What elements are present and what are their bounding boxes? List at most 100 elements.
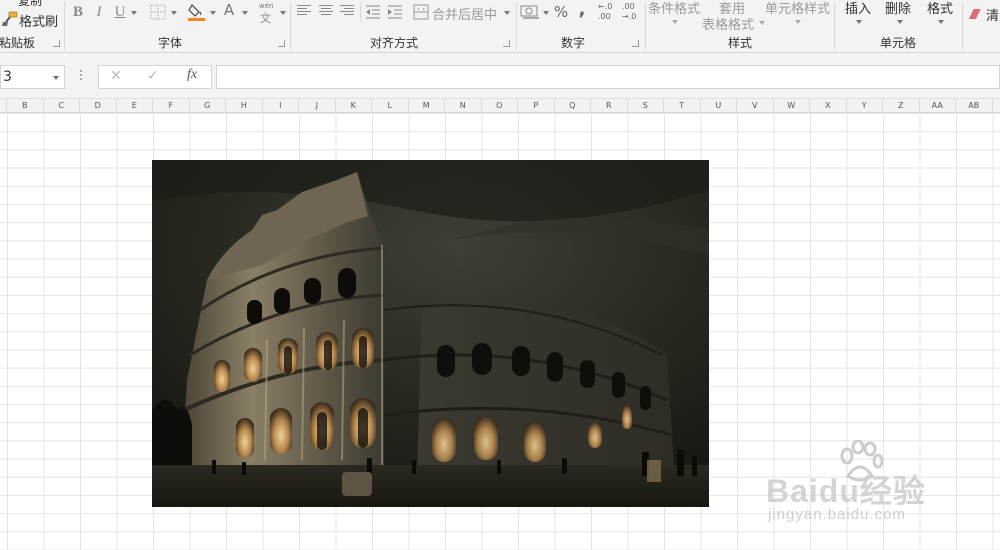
column-header-h[interactable]: H bbox=[226, 99, 263, 113]
column-header-l[interactable]: L bbox=[372, 99, 409, 113]
delete-dropdown-icon bbox=[897, 20, 903, 24]
phonetic-bottom: 文 bbox=[260, 12, 271, 25]
format-painter-label: 格式刷 bbox=[19, 15, 59, 30]
currency-icon bbox=[520, 5, 539, 19]
column-header-i[interactable]: I bbox=[263, 99, 299, 113]
column-header-v[interactable]: V bbox=[737, 99, 774, 113]
column-header-s[interactable]: S bbox=[628, 99, 664, 113]
decrease-indent-icon bbox=[366, 5, 380, 19]
table-format-line2: 表格格式 bbox=[702, 18, 755, 33]
phonetic-dropdown-icon[interactable] bbox=[280, 11, 286, 15]
font-group-label: 字体 bbox=[157, 36, 182, 50]
separator bbox=[834, 2, 835, 50]
column-header-d[interactable]: D bbox=[80, 99, 117, 113]
fill-color-button[interactable] bbox=[187, 2, 207, 22]
number-group-label: 数字 bbox=[560, 36, 585, 50]
copy-label: 复制 bbox=[18, 0, 43, 8]
column-header-k[interactable]: K bbox=[336, 99, 372, 113]
format-button[interactable]: 格式 bbox=[925, 0, 957, 30]
bold-button[interactable]: B bbox=[70, 3, 86, 21]
insert-function-button[interactable]: fx bbox=[187, 67, 197, 83]
column-header-aa[interactable]: AA bbox=[920, 99, 956, 113]
column-header-j[interactable]: J bbox=[299, 99, 336, 113]
align-center-icon[interactable] bbox=[319, 5, 333, 17]
clipboard-group-label: 粘贴板 bbox=[0, 36, 35, 50]
column-header-b[interactable]: B bbox=[7, 99, 44, 113]
increase-indent-icon bbox=[388, 5, 402, 19]
column-header-c[interactable]: C bbox=[44, 99, 80, 113]
colosseum-picture[interactable] bbox=[152, 160, 709, 507]
insert-button[interactable]: 插入 bbox=[842, 0, 874, 30]
decrease-decimal-button[interactable]: .00 →.0 bbox=[622, 2, 644, 24]
underline-button[interactable]: U bbox=[112, 3, 128, 21]
clear-label: 清 bbox=[986, 9, 1000, 24]
font-color-button[interactable]: A bbox=[220, 1, 238, 22]
increase-indent-button[interactable] bbox=[387, 4, 403, 20]
italic-button[interactable]: I bbox=[91, 3, 107, 21]
column-header-y[interactable]: Y bbox=[847, 99, 883, 113]
column-header-g[interactable]: G bbox=[190, 99, 226, 113]
currency-button[interactable] bbox=[520, 4, 542, 20]
merge-dropdown-icon[interactable] bbox=[504, 11, 510, 15]
font-launcher[interactable] bbox=[278, 40, 285, 47]
border-dropdown-icon[interactable] bbox=[171, 11, 177, 15]
formula-input[interactable] bbox=[216, 65, 1000, 89]
insert-dropdown-icon bbox=[856, 20, 862, 24]
column-header-q[interactable]: Q bbox=[555, 99, 591, 113]
merge-center-label: 合并后居中 bbox=[432, 8, 498, 23]
cell-style-button[interactable]: 单元格样式 bbox=[765, 0, 831, 30]
column-header-o[interactable]: O bbox=[482, 99, 518, 113]
underline-dropdown-icon[interactable] bbox=[131, 11, 137, 15]
format-painter-icon bbox=[2, 11, 18, 31]
column-headers: B C D E F G H I J K L M N O P Q R S T U V W X Y Z AA AB bbox=[0, 98, 1000, 113]
column-header-n[interactable]: N bbox=[445, 99, 482, 113]
delete-button[interactable]: 删除 bbox=[883, 0, 915, 30]
phonetic-top: wén bbox=[259, 2, 274, 10]
column-header-u[interactable]: U bbox=[701, 99, 737, 113]
conditional-format-button[interactable]: 条件格式 bbox=[648, 0, 702, 30]
fill-color-dropdown-icon[interactable] bbox=[210, 11, 216, 15]
align-left-icon[interactable] bbox=[297, 5, 311, 17]
alignment-group-label: 对齐方式 bbox=[369, 36, 418, 50]
number-launcher[interactable] bbox=[632, 40, 639, 47]
spreadsheet-app: 复制 格式刷 粘贴板 B I U A wén 文 字体 合并后居中 对齐方式 %… bbox=[0, 0, 1000, 550]
table-format-button[interactable]: 套用 表格格式 bbox=[700, 0, 765, 33]
separator bbox=[360, 2, 361, 22]
conditional-format-dropdown-icon bbox=[672, 20, 678, 24]
column-header-e[interactable]: E bbox=[117, 99, 153, 113]
column-header-r[interactable]: R bbox=[591, 99, 628, 113]
paint-bucket-icon bbox=[188, 3, 205, 21]
column-header-w[interactable]: W bbox=[774, 99, 810, 113]
column-header-m[interactable]: M bbox=[409, 99, 445, 113]
border-button[interactable] bbox=[150, 4, 166, 20]
increase-decimal-button[interactable]: ←.0 .00 bbox=[598, 2, 620, 24]
formula-buttons: ✕ ✓ fx bbox=[98, 65, 212, 89]
clear-button[interactable]: 清 bbox=[968, 5, 1000, 24]
comma-button[interactable]: , bbox=[575, 0, 589, 20]
column-header-x[interactable]: X bbox=[810, 99, 847, 113]
delete-label: 删除 bbox=[885, 2, 912, 17]
column-header-p[interactable]: P bbox=[518, 99, 555, 113]
enter-icon[interactable]: ✓ bbox=[147, 68, 159, 84]
alignment-launcher[interactable] bbox=[503, 40, 510, 47]
currency-dropdown-icon[interactable] bbox=[543, 11, 549, 15]
align-right-icon[interactable] bbox=[340, 5, 354, 17]
cancel-icon[interactable]: ✕ bbox=[110, 68, 122, 84]
column-header-t[interactable]: T bbox=[664, 99, 701, 113]
column-header-z[interactable]: Z bbox=[883, 99, 920, 113]
column-header[interactable] bbox=[0, 99, 7, 113]
column-header-f[interactable]: F bbox=[153, 99, 190, 113]
percent-button[interactable]: % bbox=[552, 3, 570, 21]
decrease-indent-button[interactable] bbox=[365, 4, 381, 20]
name-box-dropdown-icon[interactable] bbox=[53, 76, 59, 80]
ribbon: 复制 格式刷 粘贴板 B I U A wén 文 字体 合并后居中 对齐方式 %… bbox=[0, 0, 1000, 53]
merge-center-button[interactable]: 合并后居中 bbox=[412, 3, 512, 23]
copy-button[interactable]: 复制 bbox=[18, 0, 42, 9]
format-painter-button[interactable]: 格式刷 bbox=[2, 10, 62, 31]
phonetic-button[interactable]: wén 文 bbox=[256, 2, 278, 25]
column-header-ab[interactable]: AB bbox=[956, 99, 993, 113]
formula-bar-grip-icon bbox=[80, 70, 83, 82]
clipboard-launcher[interactable] bbox=[53, 40, 60, 47]
cell-style-label: 单元格样式 bbox=[765, 2, 831, 17]
font-color-dropdown-icon[interactable] bbox=[242, 11, 248, 15]
